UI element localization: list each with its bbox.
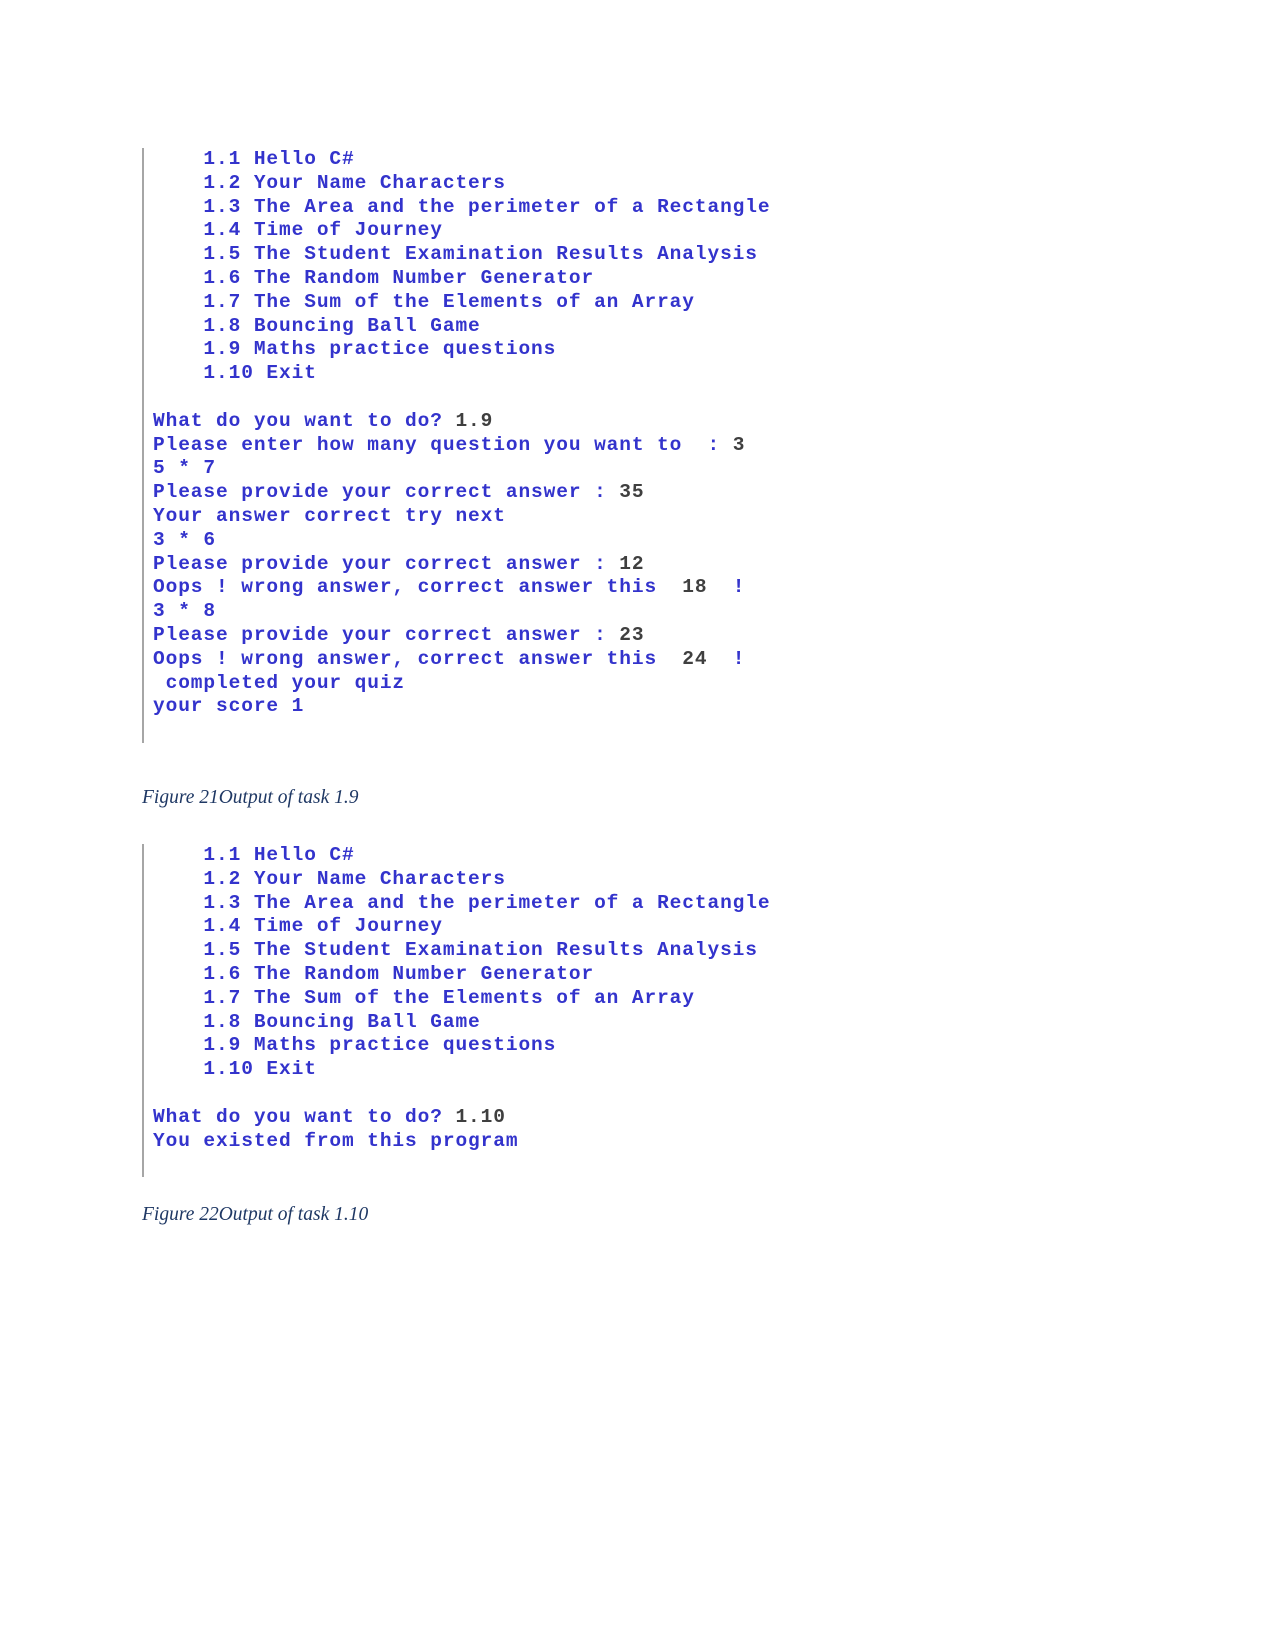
console-prompt-text: What do you want to do? — [153, 1105, 456, 1128]
console-menu-line: 1.2 Your Name Characters — [153, 171, 506, 194]
console-session-line: Please provide your correct answer : 35 — [153, 481, 771, 505]
console-menu-line: 1.1 Hello C# — [153, 148, 355, 170]
console-prompt-text: Please enter how many question you want … — [153, 433, 733, 456]
console-user-input: 23 — [619, 623, 645, 646]
console-session-line: What do you want to do? 1.10 — [153, 1106, 771, 1130]
console-user-input: 3 — [732, 433, 746, 456]
figure-caption-22: Figure 22Output of task 1.10 — [142, 1204, 369, 1225]
console-user-input: 12 — [619, 552, 645, 575]
console-menu-line: 1.10 Exit — [153, 1058, 317, 1081]
console-prompt-text: Oops ! wrong answer, correct answer this — [153, 647, 670, 670]
console-user-input: 1.9 — [455, 409, 494, 432]
console-session-line: What do you want to do? 1.9 — [153, 410, 771, 434]
console-session-line: Please enter how many question you want … — [153, 434, 771, 458]
console-session-line: Your answer correct try next — [153, 505, 771, 529]
console-output-block-task-1-10: 1.1 Hello C# 1.2 Your Name Characters 1.… — [142, 844, 771, 1178]
console-user-input: 24 — [669, 647, 708, 670]
console-prompt-text: completed your quiz — [153, 671, 406, 694]
console-prompt-suffix: ! — [707, 647, 746, 670]
console-menu-line: 1.1 Hello C# — [153, 844, 355, 866]
console-prompt-text: 3 * 6 — [153, 528, 217, 551]
console-prompt-text: Please provide your correct answer : — [153, 481, 620, 504]
console-session-line: 3 * 6 — [153, 529, 771, 553]
console-session-line: Oops ! wrong answer, correct answer this… — [153, 648, 771, 672]
console-session-line: 5 * 7 — [153, 457, 771, 481]
console-menu-line: 1.9 Maths practice questions — [153, 338, 557, 361]
console-session-line: Please provide your correct answer : 23 — [153, 624, 771, 648]
console-menu-line: 1.10 Exit — [153, 362, 317, 385]
console-prompt-text: What do you want to do? — [153, 409, 456, 432]
console-user-input: 35 — [619, 481, 645, 504]
console-prompt-text: Please provide your correct answer : — [153, 552, 620, 575]
console-prompt-text: Please provide your correct answer : — [153, 623, 620, 646]
console-prompt-text: You existed from this program — [153, 1129, 519, 1152]
console-menu-line: 1.3 The Area and the perimeter of a Rect… — [153, 891, 771, 914]
console-menu-line: 1.5 The Student Examination Results Anal… — [153, 939, 758, 962]
console-menu-line: 1.6 The Random Number Generator — [153, 266, 595, 289]
console-menu-line: 1.8 Bouncing Ball Game — [153, 314, 481, 337]
console-menu-line: 1.5 The Student Examination Results Anal… — [153, 243, 758, 266]
console-prompt-suffix: ! — [707, 576, 746, 599]
console-menu-line: 1.4 Time of Journey — [153, 219, 443, 242]
console-output-block-task-1-9: 1.1 Hello C# 1.2 Your Name Characters 1.… — [142, 148, 771, 743]
console-menu-line: 1.6 The Random Number Generator — [153, 962, 595, 985]
console-prompt-text: Oops ! wrong answer, correct answer this — [153, 576, 670, 599]
console-prompt-text: Your answer correct try next — [153, 504, 506, 527]
console-menu-line: 1.7 The Sum of the Elements of an Array — [153, 290, 695, 313]
console-menu-line: 1.4 Time of Journey — [153, 915, 443, 938]
console-session-line: 3 * 8 — [153, 600, 771, 624]
figure-caption-21: Figure 21Output of task 1.9 — [142, 787, 359, 808]
console-prompt-text: your score 1 — [153, 695, 305, 718]
console-session-line: your score 1 — [153, 695, 771, 719]
document-page: 1.1 Hello C# 1.2 Your Name Characters 1.… — [0, 0, 1275, 1650]
console-prompt-text: 3 * 8 — [153, 600, 217, 623]
console-user-input: 18 — [669, 576, 708, 599]
console-session-line: You existed from this program — [153, 1130, 771, 1154]
console-user-input: 1.10 — [455, 1105, 506, 1128]
console-menu-line: 1.3 The Area and the perimeter of a Rect… — [153, 195, 771, 218]
console-menu-line: 1.2 Your Name Characters — [153, 867, 506, 890]
console-prompt-text: 5 * 7 — [153, 457, 217, 480]
console-menu-line: 1.9 Maths practice questions — [153, 1034, 557, 1057]
console-session-line: completed your quiz — [153, 672, 771, 696]
console-session-line: Oops ! wrong answer, correct answer this… — [153, 576, 771, 600]
console-menu-line: 1.7 The Sum of the Elements of an Array — [153, 986, 695, 1009]
console-session-line: Please provide your correct answer : 12 — [153, 553, 771, 577]
console-menu-line: 1.8 Bouncing Ball Game — [153, 1010, 481, 1033]
